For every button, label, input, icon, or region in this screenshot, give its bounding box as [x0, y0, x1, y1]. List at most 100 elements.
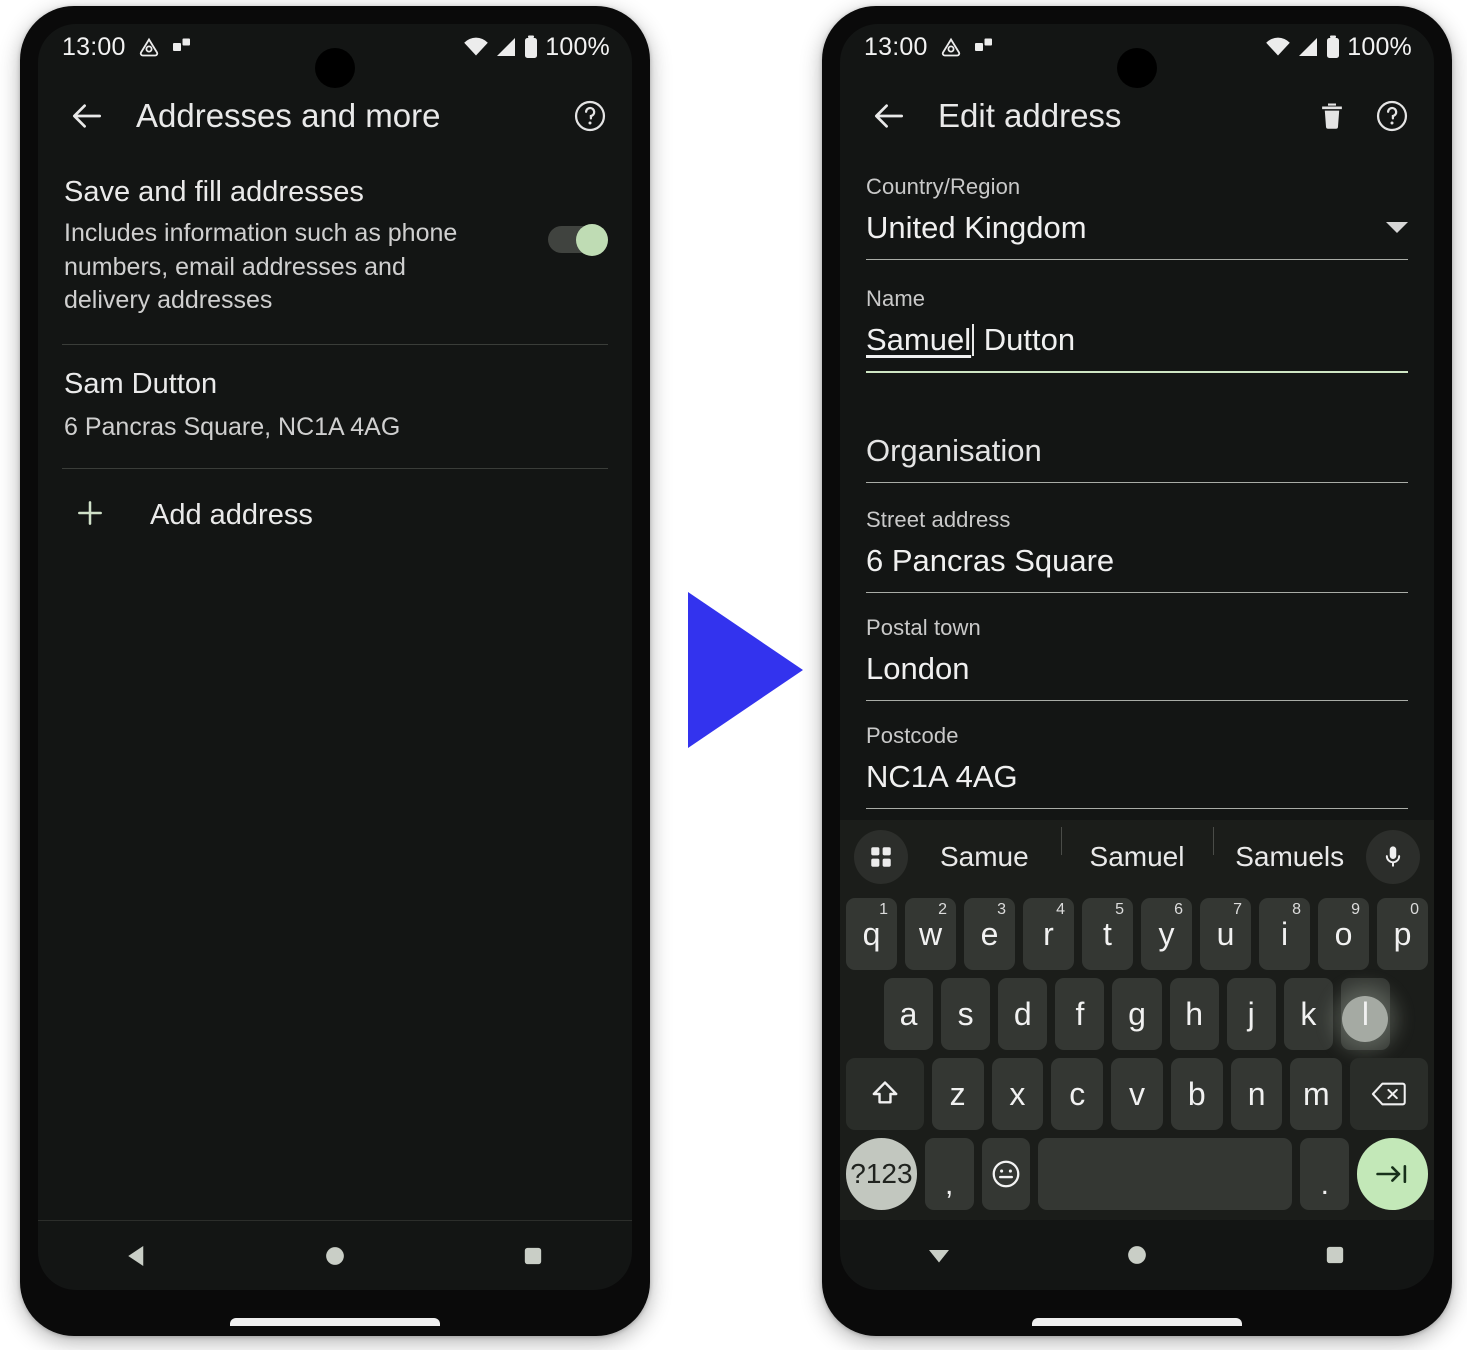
key-label: d [1013, 995, 1032, 1032]
field-placeholder-organisation[interactable]: Organisation [866, 423, 1408, 482]
save-and-fill-toggle[interactable] [548, 224, 608, 256]
screenshot-stage: 13:00 100% Addresses and more Save and f… [0, 0, 1467, 1350]
key-num: 0 [1410, 901, 1419, 918]
next-field-icon[interactable] [1357, 1138, 1428, 1210]
key-label: h [1185, 995, 1203, 1032]
wifi-icon [463, 36, 489, 58]
nav-bar-right [840, 1220, 1434, 1290]
keyboard-dismiss-icon[interactable] [894, 1240, 984, 1270]
keyboard-row-3: z x c v b n m [840, 1054, 1434, 1134]
back-arrow-icon[interactable] [870, 97, 908, 135]
key-v[interactable]: v [1111, 1058, 1163, 1130]
key-s[interactable]: s [941, 978, 991, 1050]
edit-address-form: Country/Region United Kingdom Name Samue… [840, 162, 1434, 809]
key-d[interactable]: d [998, 978, 1048, 1050]
suggestion-3[interactable]: Samuels [1213, 827, 1366, 873]
add-address-button[interactable]: Add address [38, 469, 632, 562]
field-street-address[interactable]: Street address 6 Pancras Square [866, 483, 1408, 593]
suggestion-1[interactable]: Samue [908, 841, 1061, 873]
key-x[interactable]: x [991, 1058, 1044, 1130]
key-y[interactable]: 6y [1141, 898, 1192, 970]
cast-icon [974, 37, 994, 57]
nav-home-button[interactable] [290, 1242, 380, 1270]
page-title: Addresses and more [136, 97, 441, 134]
key-i[interactable]: 8i [1259, 898, 1310, 970]
field-label: Postal town [866, 615, 981, 640]
key-period[interactable]: . [1300, 1138, 1350, 1210]
key-l[interactable]: l [1340, 978, 1390, 1050]
help-icon[interactable] [572, 98, 608, 134]
key-h[interactable]: h [1169, 978, 1219, 1050]
key-p[interactable]: 0p [1377, 898, 1428, 970]
key-label: . [1320, 1168, 1329, 1201]
key-f[interactable]: f [1055, 978, 1105, 1050]
suggestion-2[interactable]: Samuel [1060, 827, 1214, 873]
page-title: Edit address [938, 97, 1122, 134]
key-e[interactable]: 3e [964, 898, 1015, 970]
key-j[interactable]: j [1226, 978, 1276, 1050]
backspace-icon[interactable] [1350, 1058, 1428, 1130]
field-name[interactable]: Name Samuel Dutton [866, 260, 1408, 373]
field-organisation[interactable]: Organisation [866, 373, 1408, 483]
field-label: Name [866, 286, 926, 311]
help-icon[interactable] [1374, 98, 1410, 134]
key-label: x [1009, 1075, 1026, 1112]
emoji-icon[interactable] [981, 1138, 1031, 1210]
shift-icon[interactable] [846, 1058, 924, 1130]
key-label: k [1300, 995, 1317, 1032]
back-arrow-icon[interactable] [68, 97, 106, 135]
saved-address-item[interactable]: Sam Dutton 6 Pancras Square, NC1A 4AG [38, 345, 632, 468]
nav-recents-button[interactable] [1290, 1241, 1380, 1269]
field-value-country[interactable]: United Kingdom [866, 200, 1386, 259]
status-bar-left: 13:00 100% [38, 24, 632, 70]
key-q[interactable]: 1q [846, 898, 897, 970]
key-label: s [957, 995, 974, 1032]
key-o[interactable]: 9o [1318, 898, 1369, 970]
key-u[interactable]: 7u [1200, 898, 1251, 970]
trash-icon[interactable] [1316, 100, 1348, 132]
status-time: 13:00 [62, 32, 126, 61]
status-time: 13:00 [864, 32, 928, 61]
field-value-postcode[interactable]: NC1A 4AG [866, 749, 1408, 808]
field-value-postal-town[interactable]: London [866, 641, 1408, 700]
key-a[interactable]: a [884, 978, 934, 1050]
field-postal-town[interactable]: Postal town London [866, 593, 1408, 701]
key-label: r [1043, 915, 1054, 952]
key-label: o [1334, 915, 1353, 952]
field-country-region[interactable]: Country/Region United Kingdom [866, 162, 1408, 260]
key-m[interactable]: m [1290, 1058, 1343, 1130]
field-postcode[interactable]: Postcode NC1A 4AG [866, 701, 1408, 809]
driving-mode-icon [939, 35, 963, 59]
microphone-icon[interactable] [1366, 830, 1420, 884]
key-num: 9 [1351, 901, 1360, 918]
battery-percent: 100% [1347, 32, 1412, 61]
key-w[interactable]: 2w [905, 898, 956, 970]
field-value-street[interactable]: 6 Pancras Square [866, 533, 1408, 592]
field-value-name[interactable]: Samuel Dutton [866, 312, 1408, 371]
space-key[interactable] [1038, 1138, 1293, 1210]
save-and-fill-row[interactable]: Save and fill addresses Includes informa… [38, 162, 632, 344]
chevron-down-icon[interactable] [1386, 222, 1408, 233]
nav-home-button[interactable] [1092, 1241, 1182, 1269]
key-g[interactable]: g [1112, 978, 1162, 1050]
key-comma[interactable]: , [924, 1138, 974, 1210]
key-c[interactable]: c [1051, 1058, 1104, 1130]
key-num: 7 [1233, 901, 1242, 918]
nav-recents-button[interactable] [488, 1242, 578, 1270]
key-label: m [1303, 1075, 1330, 1112]
save-and-fill-subtitle: Includes information such as phone numbe… [64, 219, 458, 315]
nav-back-button[interactable] [92, 1241, 182, 1271]
battery-icon [1325, 35, 1341, 59]
key-z[interactable]: z [931, 1058, 984, 1130]
field-underline [866, 808, 1408, 809]
key-k[interactable]: k [1283, 978, 1333, 1050]
key-b[interactable]: b [1170, 1058, 1223, 1130]
battery-percent: 100% [545, 32, 610, 61]
apps-grid-icon[interactable] [854, 830, 908, 884]
key-r[interactable]: 4r [1023, 898, 1074, 970]
symbols-key[interactable]: ?123 [846, 1138, 917, 1210]
toggle-thumb [576, 224, 608, 256]
key-n[interactable]: n [1230, 1058, 1283, 1130]
key-num: 8 [1292, 901, 1301, 918]
key-t[interactable]: 5t [1082, 898, 1133, 970]
